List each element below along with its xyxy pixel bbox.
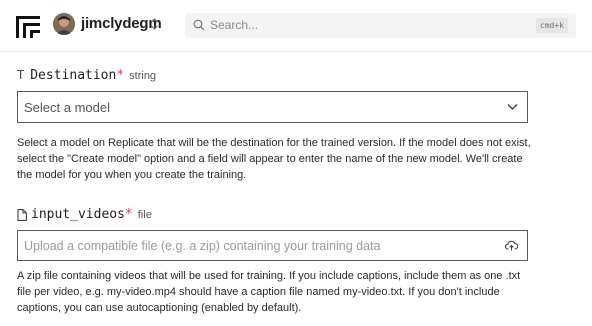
chevron-down-icon — [507, 104, 518, 110]
replicate-logo-icon[interactable] — [16, 16, 40, 38]
file-icon — [17, 209, 27, 221]
top-header: jimclydegm Search... cmd+k — [0, 0, 592, 52]
destination-help-text: Select a model on Replicate that will be… — [17, 137, 531, 181]
search-icon — [193, 19, 205, 31]
cloud-upload-icon[interactable] — [505, 240, 518, 251]
destination-model-select[interactable]: Select a model — [17, 91, 528, 123]
destination-name: Destination — [30, 68, 117, 83]
search-placeholder: Search... — [210, 18, 259, 32]
select-value: Select a model — [24, 100, 110, 115]
input-videos-file-input[interactable]: Upload a compatible file (e.g. a zip) co… — [17, 230, 528, 261]
required-marker: * — [124, 207, 133, 222]
input-videos-type: file — [137, 209, 152, 221]
destination-type: string — [129, 70, 157, 82]
input-videos-label: input_videos * file — [31, 207, 152, 222]
file-input-placeholder: Upload a compatible file (e.g. a zip) co… — [24, 239, 381, 253]
input-videos-help-text: A zip file containing videos that will b… — [17, 270, 521, 314]
required-marker: * — [116, 68, 125, 83]
chevron-up-down-icon[interactable] — [150, 17, 159, 31]
text-type-icon: T — [17, 68, 25, 82]
user-avatar[interactable] — [53, 13, 75, 35]
input-videos-name: input_videos — [31, 207, 125, 222]
search-shortcut-badge: cmd+k — [535, 18, 568, 33]
search-bar[interactable]: Search... cmd+k — [185, 13, 576, 38]
destination-label: T Destination * string — [17, 68, 156, 83]
